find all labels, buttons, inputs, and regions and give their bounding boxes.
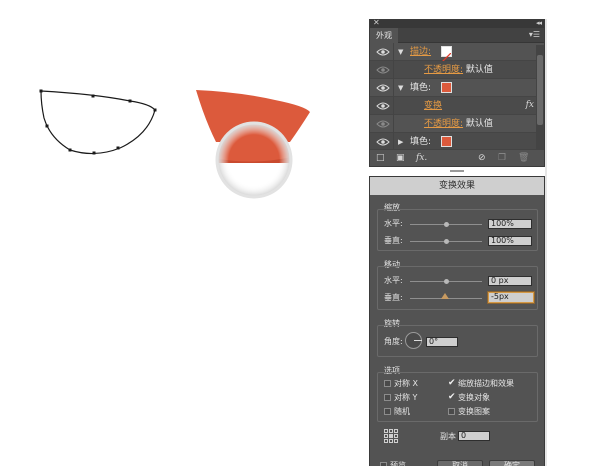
- visibility-eye-icon[interactable]: [376, 119, 390, 129]
- transform-objects-label: 变换对象: [458, 393, 490, 402]
- move-horizontal-label: 水平:: [384, 276, 403, 285]
- fill-label: 填色:: [410, 137, 432, 147]
- panel-tabbar: 外观 ▾☰: [370, 28, 544, 43]
- clear-appearance-icon[interactable]: ⊘: [478, 153, 486, 163]
- scale-strokes-checkbox[interactable]: ✔: [448, 379, 456, 388]
- opacity-label[interactable]: 不透明度:: [424, 65, 463, 75]
- add-fill-icon[interactable]: ▣: [396, 153, 405, 163]
- reflect-y-checkbox[interactable]: [384, 394, 391, 401]
- preview-label: 预览: [390, 461, 406, 466]
- visibility-eye-icon[interactable]: [376, 83, 390, 93]
- close-icon[interactable]: ✕: [373, 18, 380, 28]
- scale-horizontal-label: 水平:: [384, 219, 403, 228]
- move-horizontal-slider[interactable]: [410, 279, 482, 284]
- preview-checkbox[interactable]: [380, 462, 387, 466]
- copies-input[interactable]: 0: [458, 431, 490, 441]
- scale-horizontal-slider[interactable]: [410, 222, 482, 227]
- slider-handle[interactable]: [444, 279, 449, 284]
- copies-label: 副本: [440, 432, 456, 441]
- visibility-eye-icon[interactable]: [376, 65, 390, 75]
- fill-swatch[interactable]: [441, 136, 452, 147]
- scale-strokes-label: 缩放描边和效果: [458, 379, 514, 388]
- scale-vertical-label: 垂直:: [384, 236, 403, 245]
- ok-button[interactable]: 确定: [489, 460, 535, 466]
- visibility-eye-icon[interactable]: [376, 101, 390, 111]
- expand-triangle-icon[interactable]: ▼: [398, 47, 403, 57]
- transform-patterns-checkbox[interactable]: [448, 408, 455, 415]
- move-horizontal-input[interactable]: 0 px: [488, 276, 532, 286]
- fx-icon[interactable]: fx: [526, 100, 534, 110]
- panel-bottom-toolbar: □ ▣ fx. ⊘ ❐ 🗑: [370, 149, 544, 166]
- stroke-label[interactable]: 描边:: [410, 46, 431, 58]
- panel-menu-icon[interactable]: ▾☰: [529, 30, 540, 40]
- fill-label: 填色:: [410, 83, 432, 93]
- reflect-x-label: 对称 X: [394, 379, 419, 388]
- transform-effect-dialog: 变换效果 缩放 水平: 100% 垂直: 100% 移动 水平: 0 px 垂直…: [369, 176, 545, 466]
- reflect-y-label: 对称 Y: [394, 393, 418, 402]
- visibility-eye-icon[interactable]: [376, 137, 390, 147]
- transform-effect-link[interactable]: 变换: [424, 100, 442, 112]
- random-label: 随机: [394, 407, 410, 416]
- expand-triangle-icon[interactable]: ▼: [398, 83, 403, 93]
- move-vertical-slider[interactable]: [410, 293, 482, 299]
- add-effect-icon[interactable]: fx.: [416, 153, 427, 163]
- panel-grip[interactable]: [450, 170, 464, 172]
- move-vertical-input[interactable]: -5px: [488, 292, 534, 303]
- dialog-title[interactable]: 变换效果: [370, 177, 544, 195]
- transform-patterns-label: 变换图案: [458, 407, 490, 416]
- appearance-row-opacity-2[interactable]: 不透明度: 默认值: [370, 115, 544, 133]
- collapse-icon[interactable]: ◂◂: [536, 18, 542, 28]
- move-vertical-label: 垂直:: [384, 293, 403, 302]
- slider-handle[interactable]: [441, 293, 449, 299]
- opacity-value: 默认值: [465, 65, 493, 75]
- transform-objects-checkbox[interactable]: ✔: [448, 393, 456, 402]
- panel-edge: [545, 19, 547, 466]
- visibility-eye-icon[interactable]: [376, 47, 390, 57]
- appearance-row-stroke[interactable]: ▼ 描边:: [370, 43, 544, 63]
- add-stroke-icon[interactable]: □: [376, 153, 385, 163]
- move-group: [377, 266, 538, 310]
- appearance-row-transform[interactable]: 变换 fx: [370, 97, 544, 115]
- appearance-panel: ✕ ◂◂ 外观 ▾☰ ▼ 描边: 不透明度: 默认值 ▼ 填色: 变换 fx 不…: [369, 18, 545, 167]
- reference-point-icon[interactable]: [384, 429, 398, 443]
- scale-vertical-slider[interactable]: [410, 239, 482, 244]
- reflect-x-checkbox[interactable]: [384, 380, 391, 387]
- trash-icon[interactable]: 🗑: [518, 153, 529, 163]
- collapse-triangle-icon[interactable]: ▶: [398, 137, 403, 147]
- opacity-label[interactable]: 不透明度:: [424, 119, 463, 129]
- opacity-value: 默认值: [465, 119, 493, 129]
- appearance-row-opacity-1[interactable]: 不透明度: 默认值: [370, 61, 544, 79]
- scrollbar-thumb[interactable]: [537, 55, 543, 125]
- artboard-canvas[interactable]: [0, 0, 340, 466]
- appearance-row-fill-1[interactable]: ▼ 填色:: [370, 79, 544, 97]
- slider-handle[interactable]: [444, 239, 449, 244]
- angle-dial[interactable]: [405, 332, 422, 349]
- duplicate-item-icon[interactable]: ❐: [498, 153, 506, 163]
- illustrator-workspace: ✕ ◂◂ 外观 ▾☰ ▼ 描边: 不透明度: 默认值 ▼ 填色: 变换 fx 不…: [0, 0, 600, 466]
- random-checkbox[interactable]: [384, 408, 391, 415]
- stroke-swatch[interactable]: [441, 46, 452, 63]
- cancel-button[interactable]: 取消: [437, 460, 483, 466]
- anchor-points[interactable]: [39, 89, 157, 155]
- tab-appearance[interactable]: 外观: [370, 28, 398, 43]
- angle-label: 角度:: [384, 337, 403, 346]
- angle-input[interactable]: 0°: [426, 337, 458, 347]
- slider-handle[interactable]: [444, 222, 449, 227]
- panel-scrollbar[interactable]: [536, 45, 544, 150]
- fill-swatch[interactable]: [441, 82, 452, 93]
- scale-vertical-input[interactable]: 100%: [488, 236, 532, 246]
- outline-path[interactable]: [40, 90, 156, 155]
- scale-horizontal-input[interactable]: 100%: [488, 219, 532, 229]
- panel-titlebar[interactable]: ✕ ◂◂: [370, 18, 544, 28]
